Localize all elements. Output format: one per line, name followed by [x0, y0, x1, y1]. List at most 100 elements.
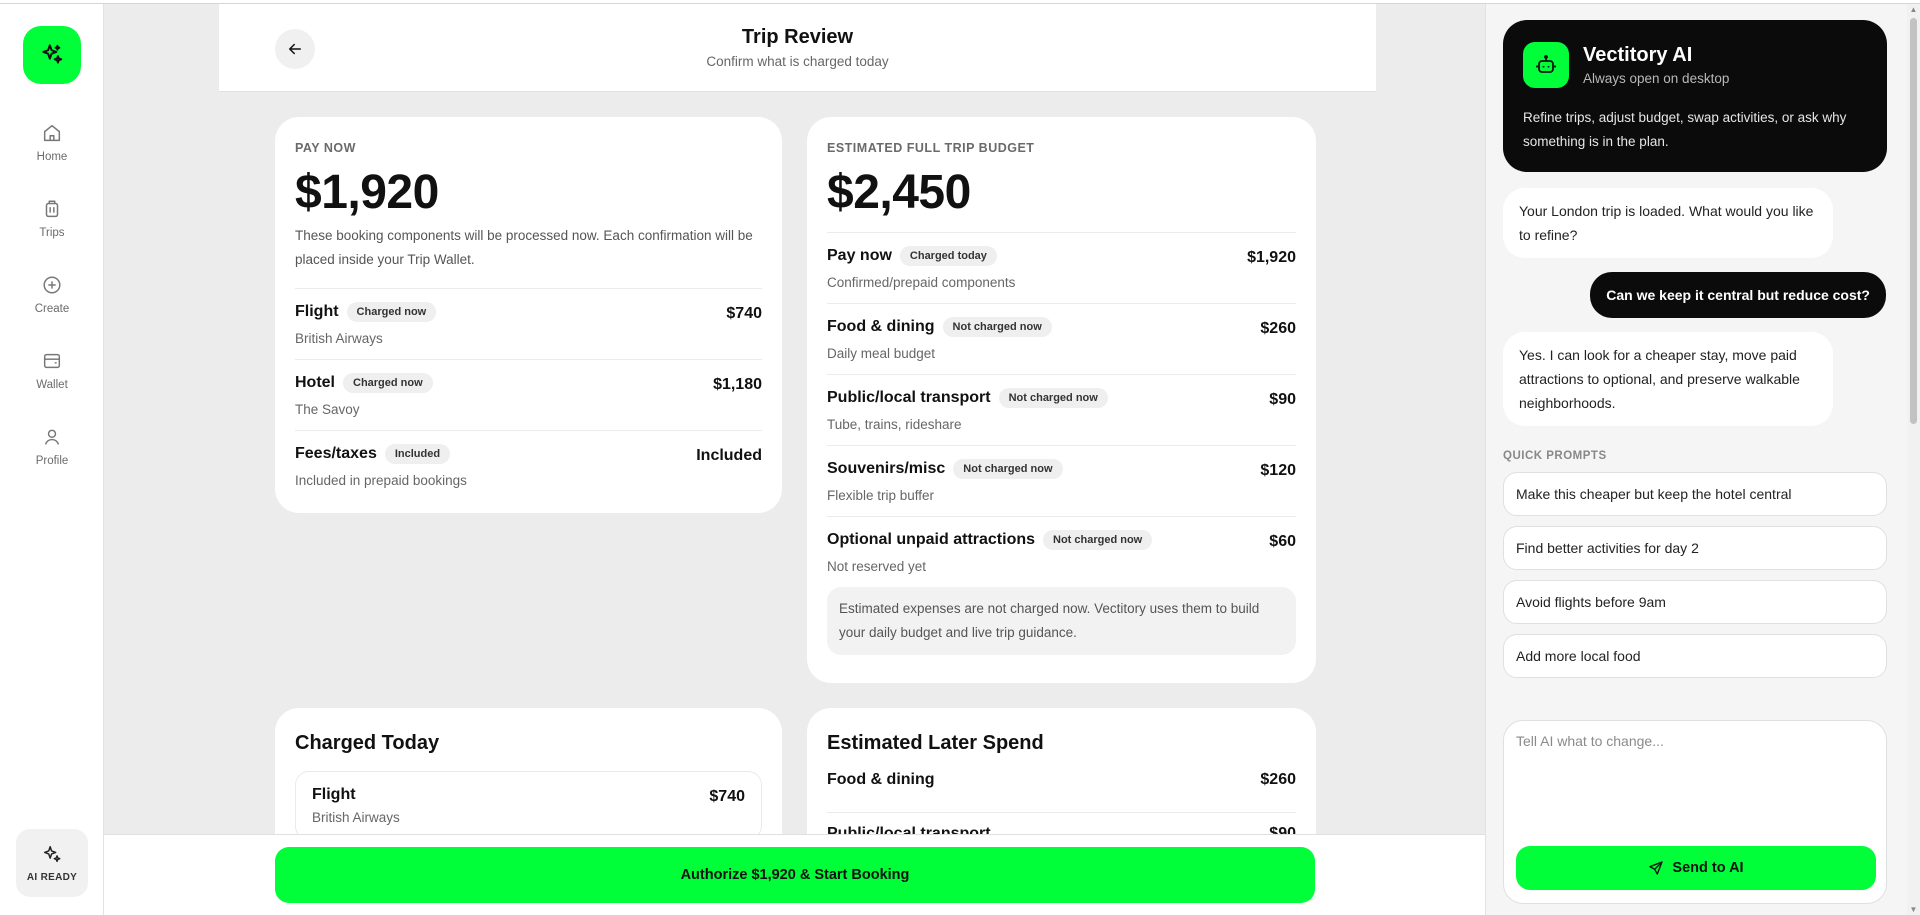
charged-item-amount: $740 — [709, 788, 745, 805]
window-top-border — [0, 0, 1920, 4]
charged-today-title: Charged Today — [295, 732, 440, 754]
status-badge: Not charged now — [953, 459, 1063, 479]
user-icon — [44, 429, 60, 445]
line-item-name: Food & dining — [827, 318, 935, 335]
line-item-name: Souvenirs/misc — [827, 460, 946, 477]
pay-now-label: PAY NOW — [295, 141, 356, 155]
chat-composer: Send to AI — [1503, 720, 1887, 904]
sidebar-item-label: Profile — [35, 455, 69, 467]
line-item-amount: $740 — [726, 305, 762, 322]
authorize-button[interactable]: Authorize $1,920 & Start Booking — [275, 847, 1315, 903]
status-badge: Charged today — [899, 246, 997, 266]
budget-note: Estimated expenses are not charged now. … — [827, 587, 1296, 655]
line-item: Souvenirs/misc Not charged now Flexible t… — [827, 445, 1296, 516]
robot-icon — [1536, 55, 1556, 73]
sidebar-item-trips[interactable]: Trips — [0, 198, 104, 258]
quick-prompts-label: QUICK PROMPTS — [1503, 450, 1607, 462]
charged-item-sub: British Airways — [312, 810, 400, 825]
sidebar: Home Trips Create Wallet Profile AI READ… — [0, 4, 104, 915]
quick-prompt-button[interactable]: Find better activities for day 2 — [1503, 526, 1887, 570]
main-content: Trip Review Confirm what is charged toda… — [104, 4, 1485, 915]
line-item-sub: Tube, trains, rideshare — [827, 417, 962, 432]
later-spend-row: Food & dining $260 — [827, 765, 1296, 813]
line-item-amount: $60 — [1269, 533, 1296, 550]
later-spend-title: Estimated Later Spend — [827, 732, 1044, 754]
line-item-sub: British Airways — [295, 331, 383, 346]
chat-message-ai: Yes. I can look for a cheaper stay, move… — [1503, 332, 1833, 426]
line-item-name: Pay now — [827, 247, 892, 264]
line-item-amount: $1,920 — [1247, 249, 1296, 266]
line-item-name: Public/local transport — [827, 389, 991, 406]
bottom-action-bar: Authorize $1,920 & Start Booking — [104, 834, 1485, 915]
later-spend-name: Food & dining — [827, 771, 935, 788]
sidebar-item-label: Wallet — [36, 379, 68, 391]
sidebar-item-label: Home — [36, 151, 68, 163]
budget-label: ESTIMATED FULL TRIP BUDGET — [827, 141, 1035, 155]
sidebar-item-label: Trips — [39, 227, 65, 239]
line-item-sub: Daily meal budget — [827, 346, 936, 361]
pay-now-amount: $1,920 — [295, 166, 439, 219]
sidebar-item-home[interactable]: Home — [0, 122, 104, 182]
quick-prompt-button[interactable]: Avoid flights before 9am — [1503, 580, 1887, 624]
charged-item: Flight British Airways $740 — [295, 771, 762, 840]
sidebar-item-profile[interactable]: Profile — [0, 426, 104, 486]
pay-now-card: PAY NOW $1,920 These booking components … — [275, 117, 782, 513]
line-item-amount: $120 — [1260, 462, 1296, 479]
line-item-name: Fees/taxes — [295, 445, 377, 462]
send-label: Send to AI — [1672, 860, 1744, 876]
home-icon — [43, 124, 61, 142]
sparkle-icon — [43, 845, 61, 862]
line-item-sub: Included in prepaid bookings — [295, 473, 467, 488]
line-item-sub: Not reserved yet — [827, 559, 927, 574]
chat-input[interactable] — [1516, 733, 1874, 833]
scroll-up-arrow-icon[interactable]: ▲ — [1909, 5, 1918, 14]
line-item: Pay now Charged today Confirmed/prepaid c… — [827, 232, 1296, 303]
status-badge: Not charged now — [998, 388, 1108, 408]
quick-prompt-button[interactable]: Make this cheaper but keep the hotel cen… — [1503, 472, 1887, 516]
chat-header: Vectitory AI Always open on desktop Refi… — [1503, 20, 1887, 172]
quick-prompt-button[interactable]: Add more local food — [1503, 634, 1887, 678]
sidebar-item-wallet[interactable]: Wallet — [0, 350, 104, 410]
status-badge: Charged now — [346, 302, 437, 322]
ai-ready-indicator[interactable]: AI READY — [16, 829, 88, 897]
line-item: Fees/taxes Included Included in prepaid b… — [295, 430, 762, 501]
scrollbar-thumb[interactable] — [1910, 18, 1917, 424]
send-to-ai-button[interactable]: Send to AI — [1516, 846, 1876, 890]
chat-description: Refine trips, adjust budget, swap activi… — [1523, 110, 1847, 149]
line-item: Flight Charged now British Airways $740 — [295, 288, 762, 359]
line-item-name: Hotel — [295, 374, 335, 391]
line-item: Public/local transport Not charged now Tu… — [827, 374, 1296, 445]
line-item: Hotel Charged now The Savoy $1,180 — [295, 359, 762, 430]
budget-amount: $2,450 — [827, 166, 971, 219]
app-logo[interactable] — [23, 26, 81, 84]
page-header: Trip Review Confirm what is charged toda… — [219, 4, 1376, 92]
chat-message-user: Can we keep it central but reduce cost? — [1590, 272, 1886, 318]
chat-scrollbar[interactable]: ▲ ▼ — [1907, 4, 1920, 915]
line-item-sub: The Savoy — [295, 402, 360, 417]
budget-card: ESTIMATED FULL TRIP BUDGET $2,450 Pay no… — [807, 117, 1316, 683]
ai-chat-panel: Vectitory AI Always open on desktop Refi… — [1485, 4, 1920, 915]
status-badge: Included — [384, 444, 451, 464]
line-item: Food & dining Not charged now Daily meal … — [827, 303, 1296, 374]
sidebar-item-create[interactable]: Create — [0, 274, 104, 334]
status-badge: Not charged now — [942, 317, 1052, 337]
line-item-sub: Flexible trip buffer — [827, 488, 935, 503]
line-item: Optional unpaid attractions Not charged n… — [827, 516, 1296, 587]
status-badge: Charged now — [343, 373, 433, 393]
chat-subtitle: Always open on desktop — [1583, 71, 1730, 86]
line-item-amount: $260 — [1260, 320, 1296, 337]
ai-ready-label: AI READY — [26, 871, 78, 883]
line-item-amount: Included — [696, 447, 762, 464]
sparkle-icon — [42, 44, 63, 64]
line-item-amount: $1,180 — [713, 376, 762, 393]
scroll-down-arrow-icon[interactable]: ▼ — [1909, 905, 1918, 914]
line-item-sub: Confirmed/prepaid components — [827, 275, 1016, 290]
charged-item-name: Flight — [312, 786, 356, 803]
line-item-name: Flight — [295, 303, 339, 320]
sidebar-item-label: Create — [34, 303, 70, 315]
page-subtitle: Confirm what is charged today — [706, 54, 889, 69]
chat-message-ai: Your London trip is loaded. What would y… — [1503, 188, 1833, 258]
chat-title: Vectitory AI — [1583, 44, 1693, 66]
page-title: Trip Review — [741, 26, 854, 48]
status-badge: Not charged now — [1043, 530, 1153, 550]
